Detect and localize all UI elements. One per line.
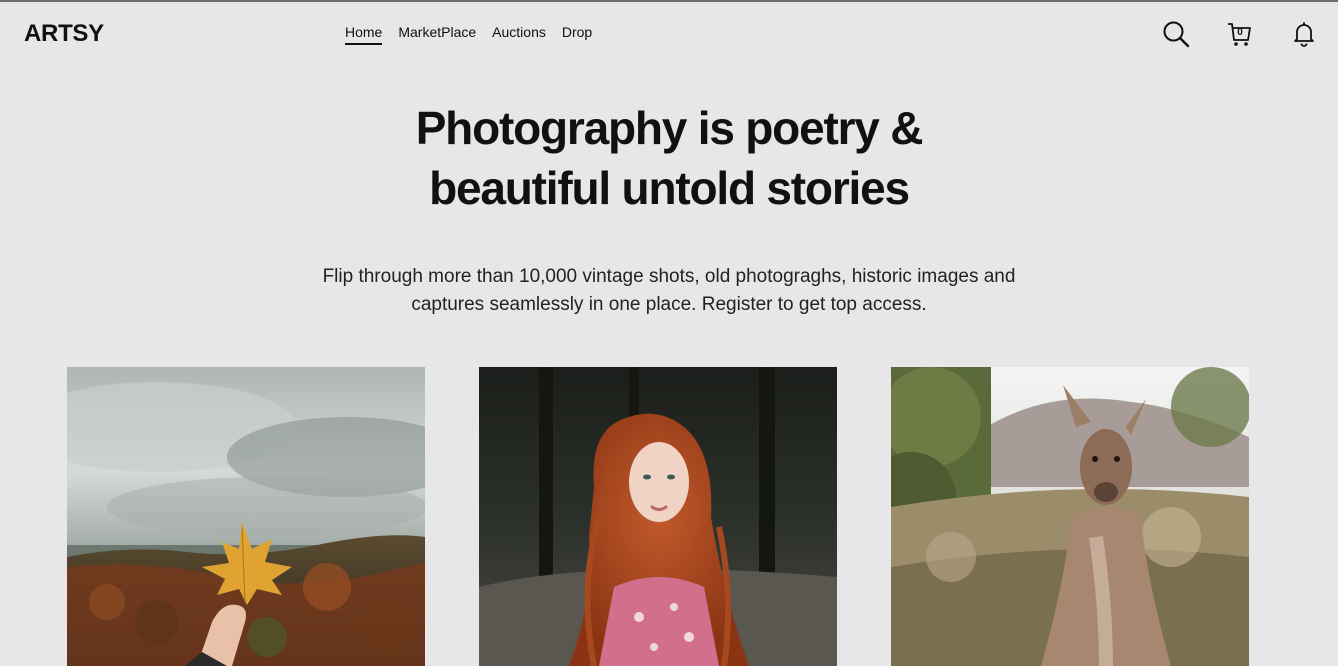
- portrait-photo: [479, 367, 837, 666]
- bell-icon: [1294, 22, 1314, 47]
- cart-button[interactable]: 0: [1226, 20, 1254, 48]
- hero-subtitle-line-1: Flip through more than 10,000 vintage sh…: [322, 266, 1016, 287]
- nav-item-marketplace[interactable]: MarketPlace: [398, 24, 476, 45]
- hero-subtitle-line-2: captures seamlessly in one place. Regist…: [411, 294, 927, 315]
- brand-logo[interactable]: ARTSY: [24, 20, 104, 48]
- autumn-leaf-photo: [67, 367, 425, 666]
- nav-item-auctions[interactable]: Auctions: [492, 24, 546, 45]
- header-icons: 0: [1162, 20, 1318, 48]
- hero-subtitle: Flip through more than 10,000 vintage sh…: [0, 263, 1338, 319]
- search-button[interactable]: [1162, 20, 1190, 48]
- hero-title-line-1: Photography is poetry &: [415, 102, 924, 154]
- main-nav: Home MarketPlace Auctions Drop: [345, 24, 608, 45]
- search-icon: [1163, 21, 1190, 48]
- cart-count-badge: 0: [1237, 27, 1243, 38]
- kangaroo-photo: [891, 367, 1249, 666]
- nav-item-home[interactable]: Home: [345, 24, 383, 45]
- hero-title: Photography is poetry & beautiful untold…: [0, 98, 1338, 218]
- gallery-image-kangaroo[interactable]: [891, 367, 1249, 666]
- gallery-image-autumn-leaf[interactable]: [67, 367, 425, 666]
- hero-title-line-2: beautiful untold stories: [429, 162, 910, 214]
- site-header: ARTSY Home MarketPlace Auctions Drop 0: [0, 2, 1338, 66]
- gallery-image-portrait[interactable]: [479, 367, 837, 666]
- nav-item-drop[interactable]: Drop: [562, 24, 592, 45]
- notifications-button[interactable]: [1290, 20, 1318, 48]
